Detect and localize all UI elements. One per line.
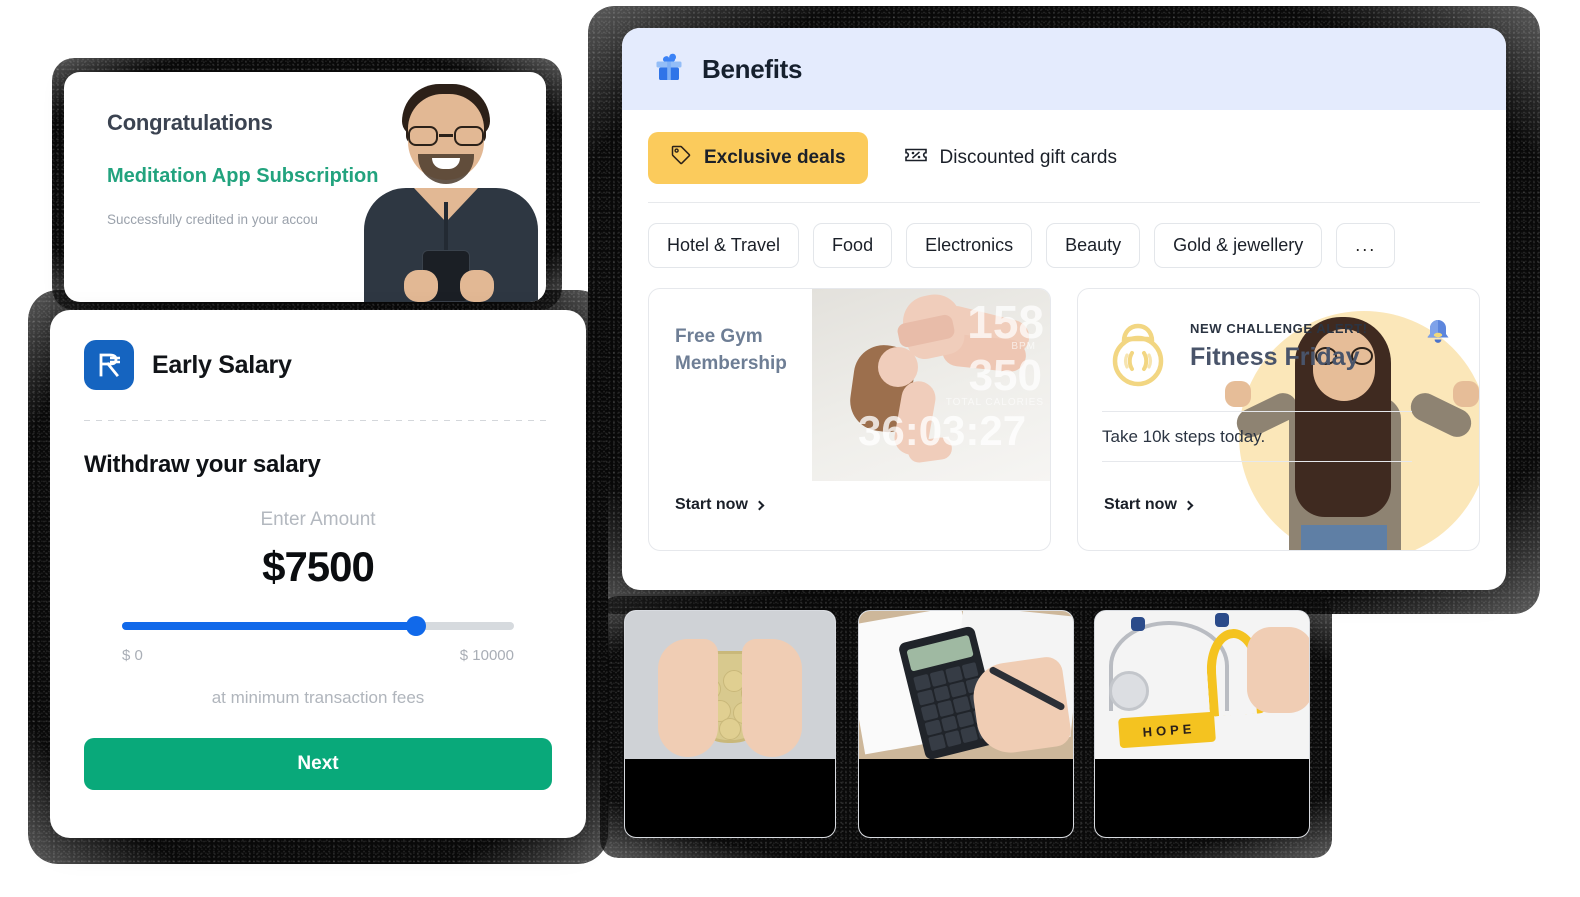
bottom-card-calculator[interactable] xyxy=(858,610,1074,838)
congrats-note: Successfully credited in your accou xyxy=(107,212,318,227)
amount-value: $7500 xyxy=(262,543,375,590)
yoga-woman-photo: 158 BPM 350 TOTAL CALORIES 36:03:27 xyxy=(812,289,1050,481)
tab-exclusive-deals[interactable]: Exclusive deals xyxy=(648,132,868,184)
tab-exclusive-deals-label: Exclusive deals xyxy=(704,147,846,168)
enter-amount-label: Enter Amount xyxy=(260,509,376,530)
deal-card-free-gym-membership[interactable]: Free Gym Membership 158 BPM 350 TOTAL CA… xyxy=(648,288,1051,551)
chip-more[interactable]: ... xyxy=(1336,223,1396,268)
gym-overlay-timer: 36:03:27 xyxy=(858,407,1027,454)
gym-overlay-calories-value: 350 xyxy=(968,351,1042,400)
early-salary-card: Early Salary Withdraw your salary Enter … xyxy=(50,310,586,838)
fitness-card-subtitle: Take 10k steps today. xyxy=(1102,427,1266,446)
next-button[interactable]: Next xyxy=(84,738,552,790)
chevron-right-icon xyxy=(1183,500,1194,510)
slider-max-label: $ 10000 xyxy=(459,647,514,664)
gift-box-icon xyxy=(652,50,686,89)
gym-start-now-link[interactable]: Start now xyxy=(675,496,765,514)
slider-thumb[interactable] xyxy=(406,616,426,636)
chip-electronics[interactable]: Electronics xyxy=(906,223,1033,268)
bottom-card-health[interactable]: HOPE xyxy=(1094,610,1310,838)
screenshot-root: Congratulations Meditation App Subscript… xyxy=(0,0,1580,897)
rupee-logo-icon xyxy=(84,340,134,390)
withdraw-title: Withdraw your salary xyxy=(84,451,321,478)
deal-cards: Free Gym Membership 158 BPM 350 TOTAL CA… xyxy=(622,268,1506,551)
discount-ticket-icon xyxy=(904,144,928,172)
fees-note: at minimum transaction fees xyxy=(211,688,425,707)
congrats-title: Congratulations xyxy=(107,110,273,135)
slider-min-label: $ 0 xyxy=(122,647,143,664)
chevron-right-icon xyxy=(754,500,765,510)
man-with-phone-photo xyxy=(356,72,546,302)
deal-card-fitness-friday[interactable]: NEW CHALLENGE ALERT! Fitness Friday Take… xyxy=(1077,288,1480,551)
chip-hotel-travel[interactable]: Hotel & Travel xyxy=(648,223,800,268)
card-masked-area xyxy=(625,759,835,837)
benefits-panel: Benefits Exclusive deals Discounted gift… xyxy=(622,28,1506,590)
benefits-header: Benefits xyxy=(622,28,1506,110)
tab-discounted-gift-cards-label: Discounted gift cards xyxy=(939,147,1117,168)
tab-discounted-gift-cards[interactable]: Discounted gift cards xyxy=(882,132,1139,184)
fitness-card-title: Fitness Friday xyxy=(1190,343,1360,371)
divider xyxy=(84,420,552,421)
fitness-start-now-label: Start now xyxy=(1104,496,1177,513)
card-masked-area xyxy=(859,759,1073,837)
fitness-alert-label: NEW CHALLENGE ALERT! xyxy=(1190,321,1368,336)
bell-icon xyxy=(1421,315,1455,349)
chip-food[interactable]: Food xyxy=(813,223,893,268)
slider-track[interactable] xyxy=(122,616,514,636)
fitness-start-now-link[interactable]: Start now xyxy=(1104,496,1194,514)
hands-holding-coin-jar-photo xyxy=(625,611,835,759)
chip-beauty[interactable]: Beauty xyxy=(1046,223,1141,268)
amount-slider[interactable] xyxy=(84,615,552,637)
slider-range-labels: $ 0 $ 10000 xyxy=(84,647,552,664)
congrats-subtitle: Meditation App Subscription xyxy=(107,165,379,187)
hands-using-calculator-photo xyxy=(859,611,1073,759)
brand-name: Early Salary xyxy=(152,350,292,379)
stethoscope-hope-ribbon-photo: HOPE xyxy=(1095,611,1309,759)
card-masked-area xyxy=(1095,759,1309,837)
slider-fill xyxy=(122,622,416,630)
congratulations-card: Congratulations Meditation App Subscript… xyxy=(64,72,546,302)
price-tag-icon xyxy=(670,144,692,172)
kettlebell-icon xyxy=(1102,315,1174,389)
gym-start-now-label: Start now xyxy=(675,496,748,513)
chip-gold-jewellery[interactable]: Gold & jewellery xyxy=(1154,223,1323,268)
bottom-card-savings[interactable] xyxy=(624,610,836,838)
brand-row: Early Salary xyxy=(84,340,552,390)
benefits-title: Benefits xyxy=(702,53,803,84)
benefits-tabs: Exclusive deals Discounted gift cards xyxy=(622,110,1506,184)
gym-card-title: Free Gym Membership xyxy=(675,326,787,374)
category-chips: Hotel & Travel Food Electronics Beauty G… xyxy=(622,203,1506,268)
